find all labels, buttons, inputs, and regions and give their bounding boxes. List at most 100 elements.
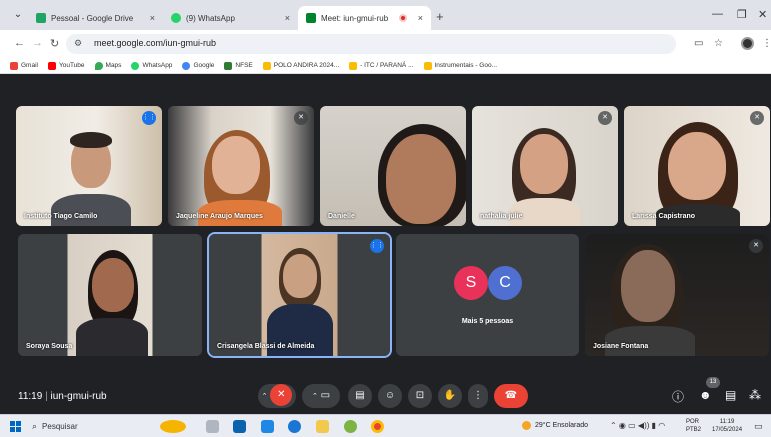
tab-search-icon[interactable]: ⌄ (10, 7, 26, 23)
bookmark-polo-andira[interactable]: POLO ANDIRA 2024... (262, 61, 339, 70)
people-icon[interactable]: ☻ (699, 388, 712, 402)
close-window-icon[interactable]: ✕ (758, 8, 767, 21)
participant-avatar: S (454, 266, 488, 300)
camera-icon: ▭ (320, 390, 331, 401)
bookmark-gmail[interactable]: Gmail (10, 61, 38, 70)
news-widget-icon[interactable] (160, 420, 186, 433)
weather-widget[interactable]: 29°C Ensolarado (522, 421, 588, 430)
chrome-icon[interactable] (371, 420, 384, 433)
close-tab-button[interactable]: × (150, 13, 155, 23)
participant-tile[interactable]: Danielle (320, 106, 466, 226)
chevron-up-icon[interactable]: ⌃ (312, 393, 318, 400)
participant-tile[interactable]: ✕ Jaqueline Araujo Marques (168, 106, 314, 226)
mic-off-icon: ✕ (270, 384, 293, 407)
search-placeholder: Pesquisar (42, 422, 78, 431)
browser-menu-icon[interactable]: ⋮ (762, 38, 771, 49)
tab-title: (9) WhatsApp (186, 13, 235, 23)
address-bar[interactable]: ⚙ meet.google.com/iun-gmui-rub (66, 34, 676, 54)
participant-name: nathalia julie (480, 213, 523, 220)
participant-tile[interactable]: ✕ Josiane Fontana (585, 234, 769, 356)
bookmarks-bar: Gmail YouTube Maps WhatsApp Google NFSE … (0, 58, 771, 74)
meeting-info-icon[interactable]: ⓘ (672, 388, 684, 405)
new-tab-button[interactable]: + (436, 9, 444, 24)
hand-icon: ✋ (443, 390, 457, 401)
tab-whatsapp[interactable]: (9) WhatsApp × (163, 6, 298, 30)
task-view-icon[interactable] (206, 420, 219, 433)
drive-icon (423, 61, 432, 70)
meeting-time-and-code: 11:19 | iun-gmui-rub (18, 391, 107, 402)
taskbar-clock[interactable]: 11:19 17/05/2024 (712, 418, 742, 434)
store-icon[interactable] (233, 420, 246, 433)
mic-off-icon: ✕ (598, 111, 612, 125)
edge-icon[interactable] (288, 420, 301, 433)
bookmark-nfse[interactable]: NFSE (224, 61, 253, 70)
bookmark-instrumentais[interactable]: Instrumentais - Goo... (423, 61, 497, 70)
back-icon[interactable]: ← (14, 37, 25, 49)
close-tab-button[interactable]: × (285, 13, 290, 23)
restore-icon[interactable]: ❐ (737, 8, 747, 21)
address-bar-row: ← → ↻ ⚙ meet.google.com/iun-gmui-rub ▭ ☆… (0, 30, 771, 58)
bookmark-star-icon[interactable]: ☆ (714, 38, 723, 49)
bookmark-maps[interactable]: Maps (94, 61, 121, 70)
bookmark-itc-parana[interactable]: - ITC / PARANÁ ... (349, 61, 414, 70)
input-language[interactable]: POR PTB2 (686, 418, 701, 434)
participant-name: Josiane Fontana (593, 343, 649, 350)
system-tray-icons[interactable]: ⌃ ◉ ▭ ◀)) ▮ ◠ (610, 421, 665, 430)
emoji-reactions-button[interactable]: ☺ (378, 384, 402, 408)
participant-tile[interactable]: Soraya Sousa (18, 234, 202, 356)
tab-meet[interactable]: Meet: iun-gmui-rub × (298, 6, 431, 30)
participant-tile[interactable]: ⋮⋮ Crisangela Blassi de Almeida (207, 232, 392, 358)
taskbar-search[interactable]: ⌕ Pesquisar (32, 419, 142, 434)
clock-time: 11:19 (719, 419, 735, 425)
windows-start-icon[interactable] (10, 421, 21, 432)
participant-tile[interactable]: ✕ nathalia julie (472, 106, 618, 226)
bookmark-google[interactable]: Google (182, 61, 214, 70)
notifications-icon[interactable]: ▭ (754, 421, 763, 432)
app-icon[interactable] (344, 420, 357, 433)
speaking-indicator-icon: ⋮⋮ (142, 111, 156, 125)
leave-call-button[interactable]: ☎ (494, 384, 528, 408)
person-figure (70, 132, 112, 148)
mail-icon[interactable] (261, 420, 274, 433)
meet-icon (306, 13, 316, 23)
participant-name: Jaqueline Araujo Marques (176, 213, 263, 220)
person-figure (668, 132, 726, 200)
captions-button[interactable]: ▤ (348, 384, 372, 408)
tab-google-drive[interactable]: Pessoal - Google Drive × (28, 6, 163, 30)
activities-icon[interactable]: ⁂ (749, 388, 761, 402)
bookmark-whatsapp[interactable]: WhatsApp (131, 61, 172, 70)
overflow-participants-tile[interactable]: S C Mais 5 pessoas (396, 234, 579, 356)
reload-icon[interactable]: ↻ (50, 37, 59, 50)
participant-tile[interactable]: ✕ Larissa Capistrano (624, 106, 770, 226)
site-info-icon[interactable]: ⚙ (74, 38, 82, 49)
more-vert-icon: ⋮ (473, 390, 483, 401)
close-tab-button[interactable]: × (418, 13, 423, 23)
google-icon (182, 61, 191, 70)
person-figure (621, 250, 675, 322)
language-code: POR (686, 419, 700, 425)
chevron-up-icon[interactable]: ⌃ (262, 393, 268, 400)
raise-hand-button[interactable]: ✋ (438, 384, 462, 408)
file-explorer-icon[interactable] (316, 420, 329, 433)
meeting-time: 11:19 (18, 391, 43, 402)
participant-tile[interactable]: ⋮⋮ Instituto Tiago Camilo (16, 106, 162, 226)
mic-toggle-button[interactable]: ⌃ ✕ (258, 384, 296, 408)
drive-icon (36, 13, 46, 23)
bookmark-label: YouTube (58, 62, 85, 69)
forward-icon[interactable]: → (32, 37, 43, 49)
more-options-button[interactable]: ⋮ (468, 384, 488, 408)
youtube-icon (47, 61, 56, 70)
participant-avatar: C (488, 266, 522, 300)
bookmark-youtube[interactable]: YouTube (47, 61, 85, 70)
bookmark-label: - ITC / PARANÁ ... (360, 62, 414, 69)
profile-avatar[interactable] (741, 37, 754, 50)
person-figure (520, 134, 568, 194)
url-text[interactable]: meet.google.com/iun-gmui-rub (94, 38, 216, 48)
cast-icon[interactable]: ▭ (694, 38, 703, 49)
person-figure (212, 136, 260, 194)
minimize-icon[interactable]: — (712, 8, 723, 20)
chat-icon[interactable]: ▤ (725, 388, 736, 402)
camera-toggle-button[interactable]: ⌃ ▭ (302, 384, 340, 408)
gmail-icon (10, 61, 18, 70)
present-screen-button[interactable]: ⊡ (408, 384, 432, 408)
